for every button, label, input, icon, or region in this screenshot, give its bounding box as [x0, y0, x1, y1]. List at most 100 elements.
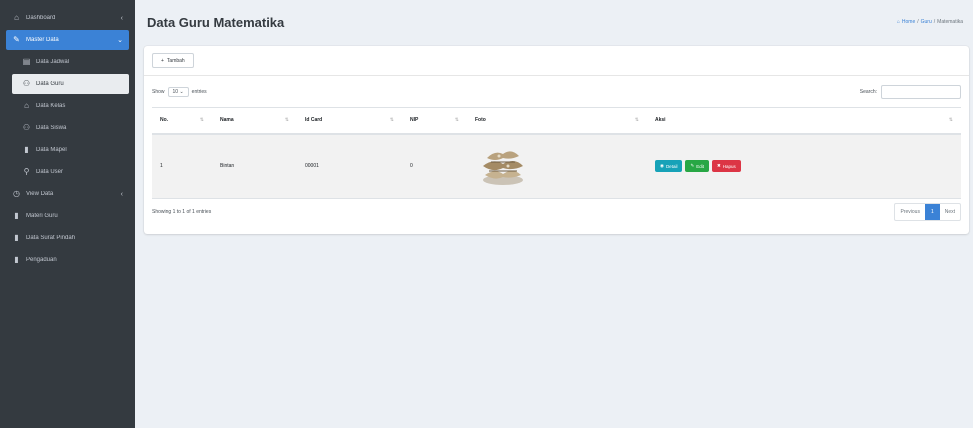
add-button-label: Tambah — [166, 57, 185, 64]
table-icon: ▤ — [22, 57, 31, 66]
user-plus-icon: ⚲ — [23, 167, 30, 176]
sidebar-item-label: Data Surat Pindah — [26, 235, 76, 241]
pagination-page-1[interactable]: 1 — [924, 204, 940, 220]
pagination: Previous 1 Next — [894, 203, 961, 221]
sidebar-item-label: View Data — [26, 191, 54, 197]
sidebar-item-data-user[interactable]: ⚲ Data User — [12, 162, 129, 182]
sort-icon: ⇅ — [634, 117, 639, 123]
sidebar-item-label: Pengaduan — [26, 257, 57, 263]
datatable-footer: Showing 1 to 1 of 1 entries Previous 1 N… — [152, 202, 961, 222]
sidebar-item-label: Dashboard — [26, 15, 56, 21]
sidebar-item-pengaduan[interactable]: ▮ Pengaduan — [6, 250, 129, 270]
search-control: Search: — [860, 85, 961, 99]
sidebar-item-dashboard[interactable]: ⌂ Dashboard ‹ — [6, 8, 129, 28]
sidebar-item-label: Data Siswa — [36, 125, 67, 131]
sidebar-item-label: Materi Guru — [26, 213, 58, 219]
sidebar: ⌂ Dashboard ‹ ✎ Master Data ⌄ ▤ Data Jadwal ⚇ Dat… — [0, 0, 135, 428]
sidebar-item-data-surat-pindah[interactable]: ▮ Data Surat Pindah — [6, 228, 129, 248]
content-header: Data Guru Matematika ⌂ Home / Guru / Mat… — [135, 0, 973, 44]
card-header: + Tambah — [144, 46, 969, 76]
sort-icon: ⇅ — [948, 117, 953, 123]
sidebar-item-view-data[interactable]: ◷ View Data ‹ — [6, 184, 129, 204]
users-icon: ⚇ — [22, 123, 31, 132]
edit-button-label: Edit — [696, 163, 704, 169]
page-title: Data Guru Matematika — [147, 14, 285, 30]
cell-nip: 0 — [402, 133, 467, 199]
sort-icon: ⇅ — [454, 117, 459, 123]
table-row: 1 Bintan 00001 0 ◉ Detail ✎ Edit ✖ Hapus — [152, 133, 961, 199]
chevron-left-icon: ‹ — [120, 190, 123, 198]
column-header-no[interactable]: No. ⇅ — [152, 107, 212, 135]
breadcrumb-separator: / — [933, 19, 936, 25]
edit-icon: ✎ — [13, 35, 20, 44]
search-input[interactable] — [881, 85, 961, 99]
add-button[interactable]: + Tambah — [152, 53, 194, 68]
home-icon: ⌂ — [14, 13, 19, 22]
edit-icon: ✎ — [690, 163, 695, 169]
sort-icon: ⇅ — [284, 117, 289, 123]
entries-value: 10 — [172, 89, 179, 95]
column-header-nama[interactable]: Nama ⇅ — [212, 107, 297, 135]
file-icon: ▮ — [14, 233, 19, 242]
delete-button-label: Hapus — [722, 163, 736, 169]
book-icon: ▮ — [14, 211, 19, 220]
entries-control: Show 10 ⌄ entries — [152, 87, 207, 97]
sidebar-item-data-siswa[interactable]: ⚇ Data Siswa — [12, 118, 129, 138]
sidebar-item-master-data[interactable]: ✎ Master Data ⌄ — [6, 30, 129, 50]
sidebar-item-data-jadwal[interactable]: ▤ Data Jadwal — [12, 52, 129, 72]
sidebar-item-materi-guru[interactable]: ▮ Materi Guru — [6, 206, 129, 226]
book-icon: ▮ — [24, 145, 29, 154]
sidebar-item-label: Data Mapel — [36, 147, 67, 153]
breadcrumb-separator: / — [917, 19, 919, 25]
datatable-controls: Show 10 ⌄ entries Search: — [152, 84, 961, 100]
sidebar-item-label: Data Guru — [36, 81, 64, 87]
clock-icon: ◷ — [13, 189, 20, 198]
detail-button[interactable]: ◉ Detail — [655, 160, 683, 173]
cell-aksi: ◉ Detail ✎ Edit ✖ Hapus — [647, 133, 961, 199]
table-info: Showing 1 to 1 of 1 entries — [152, 209, 212, 215]
sidebar-item-label: Data Kelas — [36, 103, 66, 109]
breadcrumb-guru[interactable]: Guru — [921, 19, 932, 25]
eye-icon: ◉ — [660, 163, 664, 169]
data-card: + Tambah Show 10 ⌄ entries Search: No. ⇅… — [144, 46, 969, 234]
sidebar-item-data-mapel[interactable]: ▮ Data Mapel — [12, 140, 129, 160]
cell-foto — [467, 133, 647, 199]
sidebar-item-data-guru[interactable]: ⚇ Data Guru — [12, 74, 129, 94]
trash-icon: ✖ — [717, 163, 721, 169]
sidebar-nav: ⌂ Dashboard ‹ ✎ Master Data ⌄ ▤ Data Jadwal ⚇ Dat… — [0, 8, 135, 270]
edit-button[interactable]: ✎ Edit — [685, 160, 709, 173]
teacher-photo — [483, 151, 523, 186]
home-icon: ⌂ — [896, 19, 900, 25]
column-header-foto[interactable]: Foto ⇅ — [467, 107, 647, 135]
sidebar-item-data-kelas[interactable]: ⌂ Data Kelas — [12, 96, 129, 116]
breadcrumb-current: Matematika — [937, 19, 963, 25]
breadcrumb-home[interactable]: Home — [902, 19, 915, 25]
users-icon: ⚇ — [22, 79, 31, 88]
main-content: Data Guru Matematika ⌂ Home / Guru / Mat… — [135, 0, 973, 428]
sort-icon: ⇅ — [389, 117, 394, 123]
breadcrumb: ⌂ Home / Guru / Matematika — [897, 19, 963, 25]
table-header-row: No. ⇅ Nama ⇅ Id Card ⇅ NIP ⇅ Foto ⇅ Aksi ⇅ — [152, 107, 961, 135]
sidebar-item-label: Data User — [36, 169, 64, 175]
search-label: Search: — [859, 89, 877, 95]
guru-table: No. ⇅ Nama ⇅ Id Card ⇅ NIP ⇅ Foto ⇅ Aksi ⇅ 1 B… — [152, 107, 961, 199]
entries-select[interactable]: 10 ⌄ — [167, 87, 189, 97]
column-header-aksi[interactable]: Aksi ⇅ — [647, 107, 961, 135]
show-label: Show — [152, 89, 165, 95]
sort-icon: ⇅ — [199, 117, 204, 123]
sidebar-item-label: Data Jadwal — [36, 59, 70, 65]
column-header-nip[interactable]: NIP ⇅ — [402, 107, 467, 135]
chevron-down-icon: ⌄ — [117, 37, 123, 44]
sidebar-item-label: Master Data — [26, 37, 59, 43]
pagination-previous[interactable]: Previous — [895, 204, 924, 220]
cell-id-card: 00001 — [297, 133, 402, 199]
file-icon: ▮ — [14, 255, 19, 264]
home-icon: ⌂ — [24, 101, 29, 110]
detail-button-label: Detail — [665, 163, 678, 169]
chevron-down-icon: ⌄ — [179, 89, 184, 95]
delete-button[interactable]: ✖ Hapus — [712, 160, 741, 173]
cell-nama: Bintan — [212, 133, 297, 199]
chevron-left-icon: ‹ — [120, 14, 123, 22]
pagination-next[interactable]: Next — [940, 204, 960, 220]
column-header-id-card[interactable]: Id Card ⇅ — [297, 107, 402, 135]
